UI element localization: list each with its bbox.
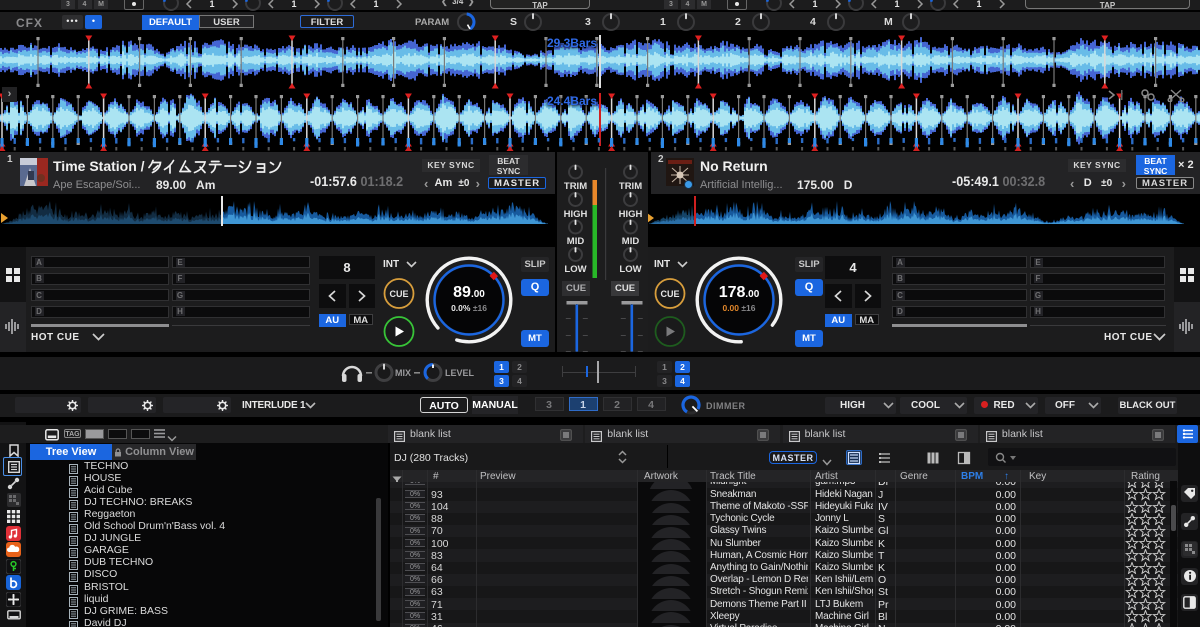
svg-text:1: 1	[209, 0, 214, 9]
svg-text:1: 1	[812, 0, 817, 9]
svg-text:1: 1	[976, 0, 981, 9]
svg-text:1: 1	[291, 0, 296, 9]
svg-text:1: 1	[894, 0, 899, 9]
svg-text:1: 1	[373, 0, 378, 9]
